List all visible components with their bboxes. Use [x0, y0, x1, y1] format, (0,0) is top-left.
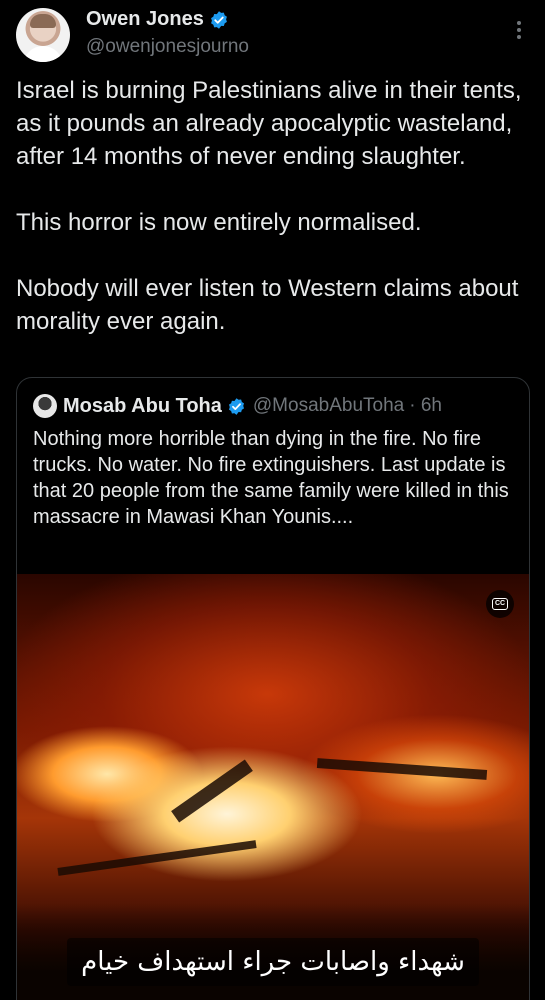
tweet-paragraph: This horror is now entirely normalised. [16, 209, 422, 236]
video-caption-text: شهداء واصابات جراء استهداف خيام [81, 947, 465, 977]
author-name-row: Owen Jones [86, 8, 229, 31]
closed-captions-icon[interactable]: CC [486, 590, 514, 618]
quoted-author-avatar[interactable] [33, 394, 57, 418]
video-player[interactable]: CC شهداء واصابات جراء استهداف خيام [17, 574, 529, 1000]
tweet-header: Owen Jones @owenjonesjourno [16, 8, 529, 68]
author-avatar[interactable] [16, 8, 70, 62]
tweet-paragraph: Israel is burning Palestinians alive in … [16, 77, 522, 170]
author-handle[interactable]: @owenjonesjourno [86, 36, 249, 58]
tweet-paragraph: Nobody will ever listen to Western claim… [16, 275, 519, 335]
avatar-hair [30, 14, 56, 28]
quoted-tweet[interactable]: Mosab Abu Toha @MosabAbuToha · 6h Nothin… [16, 377, 530, 1000]
cc-label: CC [492, 598, 508, 610]
quoted-timestamp[interactable]: · 6h [409, 395, 442, 417]
quoted-author-handle[interactable]: @MosabAbuToha [253, 395, 404, 417]
author-display-name[interactable]: Owen Jones [86, 8, 204, 31]
verified-badge-icon [228, 397, 244, 415]
tweet-text: Israel is burning Palestinians alive in … [16, 74, 531, 338]
verified-badge-icon [210, 10, 227, 29]
video-frame-debris [171, 759, 253, 823]
quoted-author-name[interactable]: Mosab Abu Toha [63, 395, 222, 418]
more-vertical-icon[interactable] [509, 18, 529, 42]
quoted-text: Nothing more horrible than dying in the … [33, 428, 509, 528]
video-caption: شهداء واصابات جراء استهداف خيام [67, 938, 479, 986]
avatar-shirt [23, 46, 63, 62]
video-frame-debris [316, 758, 488, 780]
quoted-header: Mosab Abu Toha @MosabAbuToha · 6h [33, 394, 442, 418]
video-frame-debris [57, 840, 257, 876]
